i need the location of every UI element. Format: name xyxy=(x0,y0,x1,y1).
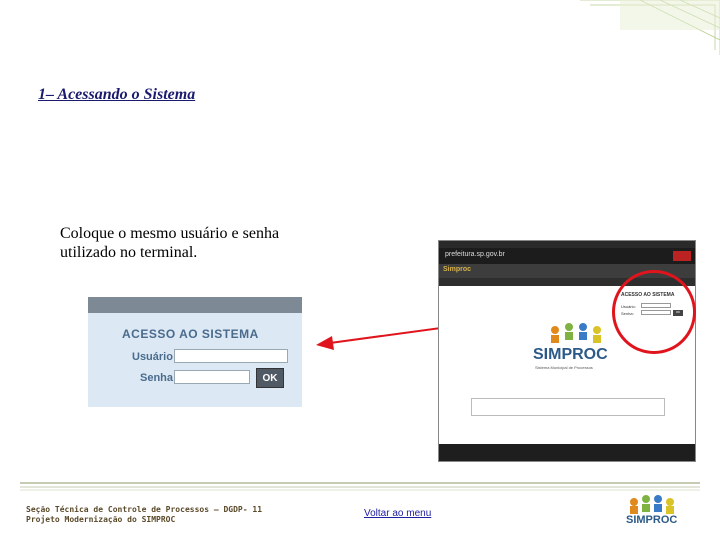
footer-line-1: Seção Técnica de Controle de Processos –… xyxy=(26,505,263,514)
site-brand: Simproc xyxy=(443,266,472,273)
ok-button[interactable]: OK xyxy=(256,368,284,388)
back-to-menu-link[interactable]: Voltar ao menu xyxy=(364,508,431,519)
site-header: prefeitura.sp.gov.br xyxy=(439,248,695,264)
password-input[interactable] xyxy=(174,370,250,384)
site-notice-box xyxy=(471,398,665,416)
simproc-logo: SIMPROC xyxy=(622,494,684,538)
user-input[interactable] xyxy=(174,349,288,363)
footer-line-2: Projeto Modernização do SIMPROC xyxy=(26,515,176,524)
site-simproc-logo: SIMPROC xyxy=(533,346,608,363)
people-logo-icon xyxy=(551,323,601,343)
password-label: Senha: xyxy=(140,372,177,384)
instruction-text: Coloque o mesmo usuário e senha utilizad… xyxy=(60,225,280,261)
simproc-logo-text: SIMPROC xyxy=(626,514,678,526)
footer-credits: Seção Técnica de Controle de Processos –… xyxy=(26,505,262,525)
slide-title: 1– Acessando o Sistema xyxy=(38,86,196,103)
browser-top-bar xyxy=(439,241,695,248)
user-label: Usuário: xyxy=(132,351,177,363)
site-domain: prefeitura.sp.gov.br xyxy=(445,251,505,258)
footer-divider xyxy=(20,482,700,491)
decorative-corner-pattern xyxy=(580,0,720,55)
login-heading: ACESSO AO SISTEMA xyxy=(122,327,259,341)
login-panel-zoom: ACESSO AO SISTEMA Usuário: Senha: OK xyxy=(88,297,302,407)
city-logo-icon xyxy=(673,251,691,261)
highlight-circle xyxy=(612,270,696,354)
site-footer xyxy=(439,444,695,461)
people-logo-icon xyxy=(630,495,674,514)
site-simproc-subtitle: Sistema Municipal de Processos xyxy=(535,365,593,370)
